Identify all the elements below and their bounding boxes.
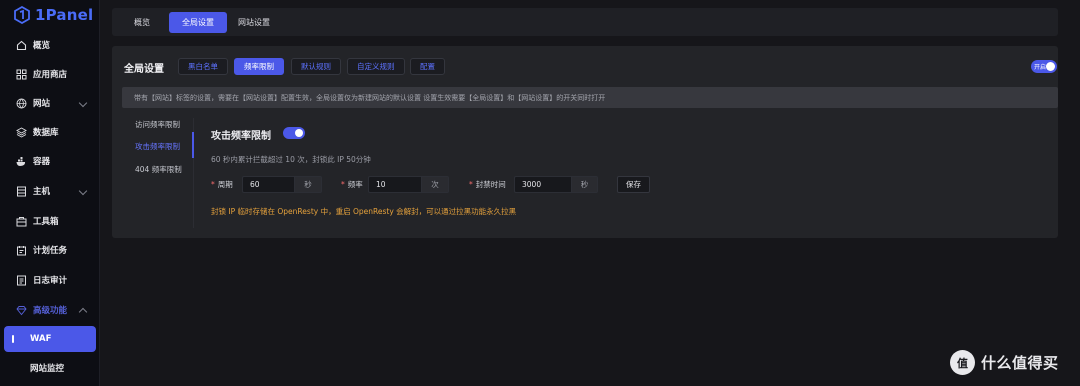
sidebar: 1Panel 概览 应用商店 网站 数据库 容器 主机 工具箱 计划任务 日志审… — [0, 0, 100, 386]
docker-icon — [16, 156, 27, 167]
logo[interactable]: 1Panel — [14, 5, 93, 25]
frequency-field: 次 — [368, 176, 449, 193]
top-tabs-bar: 概览 全局设置 网站设置 — [112, 8, 1058, 36]
side-menu-attack-rate-limit[interactable]: 攻击频率限制 — [135, 141, 180, 155]
home-icon — [16, 40, 27, 51]
sidebar-item-label: 主机 — [33, 187, 51, 197]
settings-panel: 全局设置 黑白名单 频率限制 默认规则 自定义规则 配置 开启 带有【网站】标签… — [112, 46, 1058, 238]
frequency-unit: 次 — [421, 176, 449, 193]
chevron-down-icon — [78, 186, 88, 196]
section-title: 攻击频率限制 — [211, 131, 271, 142]
sub-tab-config[interactable]: 配置 — [410, 58, 445, 75]
sub-tab-rate-limit[interactable]: 频率限制 — [234, 58, 284, 75]
sidebar-item-database[interactable]: 数据库 — [0, 118, 100, 146]
calendar-icon — [16, 245, 27, 256]
sidebar-item-label: 网站 — [33, 99, 51, 109]
toggle-label: 开启 — [1034, 64, 1047, 71]
grid-icon — [16, 69, 27, 80]
diamond-icon — [16, 305, 27, 316]
sidebar-item-toolbox[interactable]: 工具箱 — [0, 207, 100, 235]
sidebar-item-label: 工具箱 — [33, 217, 59, 227]
sidebar-item-label: 数据库 — [33, 128, 59, 138]
tab-global-settings[interactable]: 全局设置 — [169, 12, 227, 33]
frequency-label: * 频率 — [341, 180, 363, 189]
sidebar-item-audit-log[interactable]: 日志审计 — [0, 266, 100, 294]
app-root: 1Panel 概览 应用商店 网站 数据库 容器 主机 工具箱 计划任务 日志审… — [0, 0, 1080, 386]
sidebar-item-website-monitor[interactable]: 网站监控 — [4, 355, 96, 381]
ban-time-unit: 秒 — [571, 176, 598, 193]
database-icon — [16, 126, 27, 138]
attack-rate-limit-toggle[interactable] — [283, 127, 305, 139]
side-menu-active-indicator — [192, 132, 194, 158]
tab-overview[interactable]: 概览 — [121, 12, 163, 33]
frequency-input[interactable] — [368, 176, 421, 193]
period-field: 秒 — [242, 176, 322, 193]
required-mark: * — [211, 180, 215, 189]
sidebar-item-websites[interactable]: 网站 — [0, 89, 100, 117]
globe-icon — [16, 98, 27, 109]
ban-time-field: 秒 — [514, 176, 598, 193]
period-label: * 周期 — [211, 180, 233, 189]
notice-banner: 带有【网站】标签的设置，需要在【网站设置】配置生效，全局设置仅为新建网站的默认设… — [122, 87, 1058, 108]
sidebar-item-label: 容器 — [33, 157, 51, 167]
toggle-knob — [295, 129, 303, 137]
required-mark: * — [341, 180, 345, 189]
sidebar-item-app-store[interactable]: 应用商店 — [0, 60, 100, 88]
rule-description: 60 秒内累计拦截超过 10 次，封锁此 IP 50分钟 — [211, 155, 371, 164]
panel-title: 全局设置 — [124, 64, 164, 75]
period-unit: 秒 — [294, 176, 322, 193]
sidebar-item-label: 应用商店 — [33, 70, 68, 80]
sub-tab-default-rules[interactable]: 默认规则 — [291, 58, 341, 75]
sub-tab-blacklist-whitelist[interactable]: 黑白名单 — [178, 58, 228, 75]
sidebar-item-label: 计划任务 — [33, 246, 68, 256]
sidebar-item-label: 概览 — [33, 41, 51, 51]
chevron-down-icon — [78, 98, 88, 108]
toolbox-icon — [16, 216, 27, 227]
side-menu-access-rate-limit[interactable]: 访问频率限制 — [135, 119, 180, 133]
log-icon — [16, 275, 27, 286]
sidebar-item-host[interactable]: 主机 — [0, 177, 100, 205]
toggle-knob — [1046, 62, 1055, 71]
warning-text: 封锁 IP 临时存储在 OpenResty 中，重启 OpenResty 会解封… — [211, 207, 517, 216]
watermark-badge: 值 — [950, 350, 975, 375]
tab-site-settings[interactable]: 网站设置 — [225, 12, 283, 33]
required-mark: * — [469, 180, 473, 189]
period-input[interactable] — [242, 176, 294, 193]
watermark-text: 什么值得买 — [981, 354, 1059, 372]
watermark: 值 什么值得买 — [950, 350, 1059, 375]
sidebar-item-cron[interactable]: 计划任务 — [0, 236, 100, 264]
ban-time-label: * 封禁时间 — [469, 180, 506, 189]
ban-time-input[interactable] — [514, 176, 571, 193]
chevron-up-icon — [78, 307, 88, 317]
global-enable-toggle[interactable]: 开启 — [1031, 60, 1057, 73]
sidebar-item-label: 网站监控 — [30, 364, 65, 374]
sidebar-item-overview[interactable]: 概览 — [0, 31, 100, 59]
sidebar-item-containers[interactable]: 容器 — [0, 147, 100, 175]
logo-icon — [14, 6, 30, 24]
sub-tab-custom-rules[interactable]: 自定义规则 — [347, 58, 405, 75]
sidebar-item-label: 高级功能 — [33, 306, 68, 316]
sidebar-item-advanced[interactable]: 高级功能 — [0, 296, 100, 324]
server-icon — [16, 186, 27, 197]
save-button[interactable]: 保存 — [617, 176, 650, 193]
side-menu-404-rate-limit[interactable]: 404 频率限制 — [135, 164, 182, 178]
logo-text: 1Panel — [35, 6, 94, 24]
sidebar-item-label: 日志审计 — [33, 276, 68, 286]
sidebar-item-waf[interactable]: WAF — [4, 326, 96, 352]
sidebar-item-label: WAF — [30, 334, 52, 344]
